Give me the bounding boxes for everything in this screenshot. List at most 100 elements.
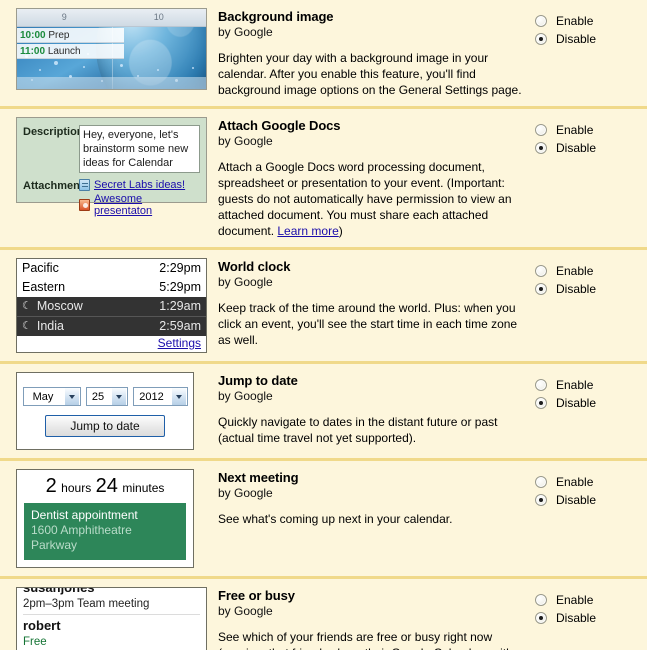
enable-option[interactable]: Enable bbox=[535, 378, 647, 392]
lab-toggle-free-or-busy: Enable Disable bbox=[535, 579, 647, 637]
chevron-down-icon[interactable] bbox=[170, 388, 186, 405]
lab-row-jump-to-date: May 25 2012 Jump to date Jump to date by… bbox=[0, 361, 647, 458]
enable-option[interactable]: Enable bbox=[535, 14, 647, 28]
day-select[interactable]: 25 bbox=[85, 387, 128, 406]
moon-icon: ☾ bbox=[22, 320, 32, 332]
calendar-footer-bar bbox=[17, 77, 206, 89]
month-select[interactable]: May bbox=[22, 387, 81, 406]
lab-preview-next-meeting: 2 hours 24 minutes Dentist appointment 1… bbox=[0, 461, 215, 576]
enable-radio[interactable] bbox=[535, 379, 547, 391]
calendar-event-chip: 10:00 Prep bbox=[17, 28, 124, 43]
jump-to-date-button[interactable]: Jump to date bbox=[45, 415, 165, 437]
disable-label: Disable bbox=[556, 493, 597, 507]
jump-to-date-thumbnail: May 25 2012 Jump to date bbox=[16, 372, 194, 450]
event-chip-title: Prep bbox=[48, 30, 70, 41]
lab-author: by Google bbox=[218, 134, 273, 148]
clock-zone-time: 2:59am bbox=[159, 319, 201, 333]
disable-label: Disable bbox=[556, 611, 597, 625]
lab-preview-world-clock: Pacific 2:29pm Eastern 5:29pm ☾ Moscow 1:… bbox=[0, 250, 215, 361]
lab-preview-jump-to-date: May 25 2012 Jump to date bbox=[0, 364, 215, 458]
month-value: May bbox=[32, 390, 54, 403]
description-text: See which of your friends are free or bu… bbox=[218, 630, 513, 650]
event-chip-time: 10:00 bbox=[20, 30, 46, 41]
disable-option[interactable]: Disable bbox=[535, 141, 647, 155]
attachment-link[interactable]: Secret Labs ideas! bbox=[94, 179, 185, 191]
enable-radio[interactable] bbox=[535, 265, 547, 277]
enable-option[interactable]: Enable bbox=[535, 123, 647, 137]
enable-option[interactable]: Enable bbox=[535, 475, 647, 489]
clock-zone-name: Eastern bbox=[22, 280, 66, 294]
lab-row-free-or-busy: susanjones 2pm–3pm Team meeting robert F… bbox=[0, 576, 647, 650]
clock-zone-time: 1:29am bbox=[159, 299, 201, 313]
disable-option[interactable]: Disable bbox=[535, 493, 647, 507]
enable-radio[interactable] bbox=[535, 476, 547, 488]
enable-radio[interactable] bbox=[535, 124, 547, 136]
friend-status: Free bbox=[23, 636, 47, 648]
lab-title: Jump to date bbox=[218, 373, 298, 388]
disable-radio[interactable] bbox=[535, 612, 547, 624]
hour-label-10: 10 bbox=[153, 12, 164, 22]
description-label: Description bbox=[23, 126, 84, 138]
disable-option[interactable]: Disable bbox=[535, 396, 647, 410]
lab-info-background-image: Background image by Google Brighten your… bbox=[215, 0, 535, 106]
next-meeting-thumbnail: 2 hours 24 minutes Dentist appointment 1… bbox=[16, 469, 194, 568]
description-textbox[interactable]: Hey, everyone, let's brainstorm some new… bbox=[79, 125, 200, 173]
attachment-list: Secret Labs ideas! Awesome presentaton bbox=[79, 179, 200, 219]
clock-zone-name: India bbox=[36, 319, 64, 333]
attachment-item[interactable]: Awesome presentaton bbox=[79, 193, 200, 217]
countdown: 2 hours 24 minutes bbox=[24, 475, 186, 498]
lab-row-next-meeting: 2 hours 24 minutes Dentist appointment 1… bbox=[0, 458, 647, 576]
description-row: Description Hey, everyone, let's brainst… bbox=[23, 125, 200, 173]
lab-title: World clock bbox=[218, 259, 291, 274]
chevron-down-icon[interactable] bbox=[63, 388, 79, 405]
lab-info-free-or-busy: Free or busy by Google See which of your… bbox=[215, 579, 535, 650]
lab-info-attach-google-docs: Attach Google Docs by Google Attach a Go… bbox=[215, 109, 535, 247]
disable-radio[interactable] bbox=[535, 142, 547, 154]
friend-item: susanjones 2pm–3pm Team meeting bbox=[23, 588, 200, 615]
day-value: 25 bbox=[91, 390, 105, 403]
world-clock-thumbnail: Pacific 2:29pm Eastern 5:29pm ☾ Moscow 1:… bbox=[16, 258, 207, 353]
disable-option[interactable]: Disable bbox=[535, 282, 647, 296]
friend-name: robert bbox=[23, 618, 61, 633]
enable-label: Enable bbox=[556, 123, 594, 137]
clock-zone-time: 2:29pm bbox=[159, 261, 201, 275]
countdown-minutes-unit: minutes bbox=[122, 481, 165, 495]
clock-zone-name-wrap: ☾ Moscow bbox=[22, 298, 83, 315]
lab-author: by Google bbox=[218, 604, 273, 618]
lab-description: See what's coming up next in your calend… bbox=[218, 512, 453, 526]
lab-description: Brighten your day with a background imag… bbox=[218, 51, 522, 97]
disable-radio[interactable] bbox=[535, 494, 547, 506]
lab-info-world-clock: World clock by Google Keep track of the … bbox=[215, 250, 535, 356]
lab-toggle-world-clock: Enable Disable bbox=[535, 250, 647, 308]
presentation-icon bbox=[79, 199, 90, 211]
disable-radio[interactable] bbox=[535, 33, 547, 45]
next-event-location: 1600 Amphitheatre Parkway bbox=[31, 523, 132, 552]
enable-radio[interactable] bbox=[535, 15, 547, 27]
chevron-down-icon[interactable] bbox=[110, 388, 126, 405]
lab-preview-background-image: 9 10 10:00 Prep 11:00 Launch bbox=[0, 0, 215, 98]
countdown-minutes: 24 bbox=[95, 475, 118, 497]
enable-option[interactable]: Enable bbox=[535, 264, 647, 278]
disable-radio[interactable] bbox=[535, 283, 547, 295]
lab-author: by Google bbox=[218, 25, 273, 39]
disable-option[interactable]: Disable bbox=[535, 32, 647, 46]
attachment-item[interactable]: Secret Labs ideas! bbox=[79, 179, 200, 191]
disable-label: Disable bbox=[556, 32, 597, 46]
enable-option[interactable]: Enable bbox=[535, 593, 647, 607]
enable-radio[interactable] bbox=[535, 594, 547, 606]
date-selector-group: May 25 2012 bbox=[17, 387, 193, 406]
lab-preview-free-or-busy: susanjones 2pm–3pm Team meeting robert F… bbox=[0, 579, 215, 650]
clock-zone-name: Moscow bbox=[36, 299, 83, 313]
clock-zone-name: Pacific bbox=[22, 261, 59, 275]
disable-label: Disable bbox=[556, 141, 597, 155]
disable-option[interactable]: Disable bbox=[535, 611, 647, 625]
learn-more-link[interactable]: Learn more bbox=[277, 224, 338, 238]
lab-description: See which of your friends are free or bu… bbox=[218, 629, 529, 650]
document-icon bbox=[79, 179, 90, 191]
year-select[interactable]: 2012 bbox=[132, 387, 188, 406]
attachment-link[interactable]: Awesome presentaton bbox=[94, 193, 200, 217]
clock-zone-name-wrap: ☾ India bbox=[22, 318, 64, 335]
disable-radio[interactable] bbox=[535, 397, 547, 409]
world-clock-settings-link[interactable]: Settings bbox=[158, 336, 201, 350]
lab-toggle-next-meeting: Enable Disable bbox=[535, 461, 647, 519]
